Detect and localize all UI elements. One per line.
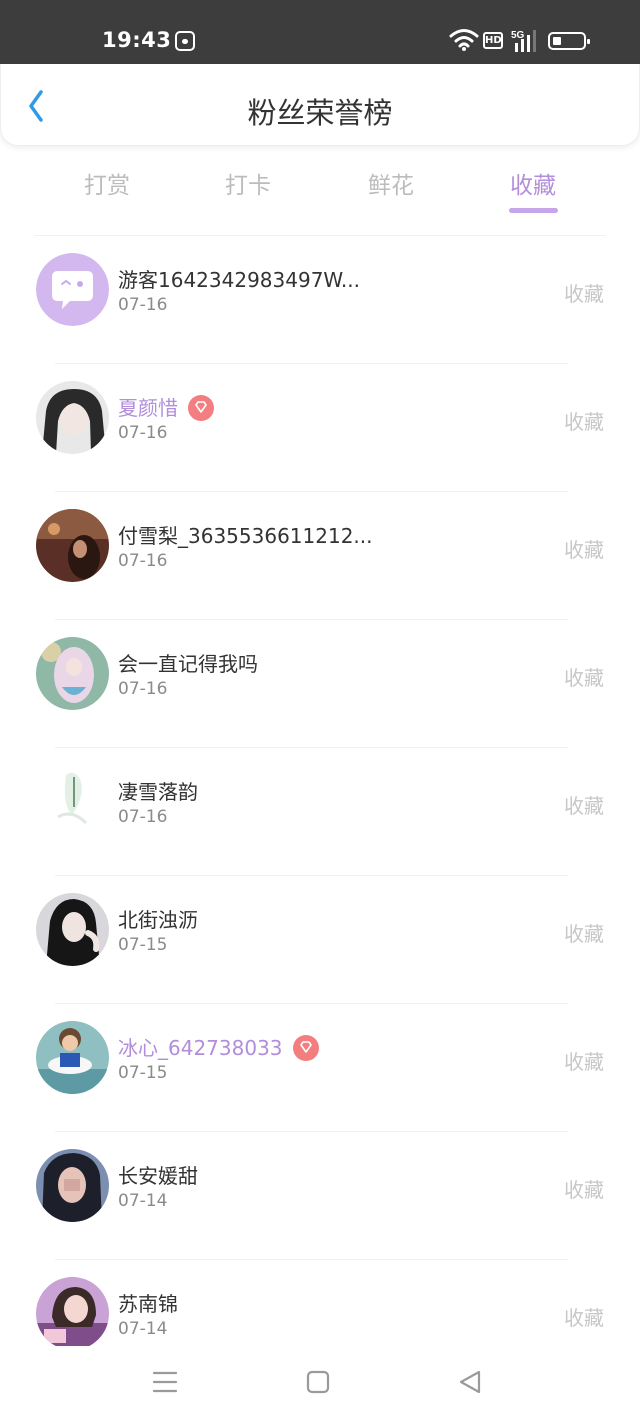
- action-label: 收藏: [564, 538, 604, 562]
- action-label: 收藏: [564, 282, 604, 306]
- fan-name: 北街浊沥: [118, 908, 198, 932]
- list-item[interactable]: 北街浊沥 07-15 收藏: [0, 876, 640, 1004]
- fan-date: 07-15: [118, 1063, 168, 1083]
- status-bar: 19:43 HD 5G: [0, 0, 640, 64]
- fan-name: 付雪梨_3635536611212...: [118, 524, 373, 548]
- tab-reward[interactable]: 打赏: [52, 166, 162, 200]
- fan-name: 长安媛甜: [118, 1164, 198, 1188]
- fan-name: 游客1642342983497W...: [118, 268, 360, 292]
- fan-date: 07-16: [118, 295, 168, 315]
- action-label: 收藏: [564, 794, 604, 818]
- fan-name: 会一直记得我吗: [118, 652, 258, 676]
- fan-name: 夏颜惜: [118, 392, 214, 423]
- baidu-paw-icon: [175, 31, 195, 51]
- avatar: [36, 893, 109, 966]
- action-label: 收藏: [564, 666, 604, 690]
- action-label: 收藏: [564, 1178, 604, 1202]
- fan-name: 冰心_642738033: [118, 1032, 319, 1063]
- avatar: [36, 381, 109, 454]
- tab-checkin[interactable]: 打卡: [193, 166, 303, 200]
- avatar: [36, 1277, 109, 1350]
- action-label: 收藏: [564, 922, 604, 946]
- action-label: 收藏: [564, 1050, 604, 1074]
- list-item[interactable]: 夏颜惜 07-16 收藏: [0, 364, 640, 492]
- avatar: [36, 1149, 109, 1222]
- wifi-icon: [449, 29, 479, 51]
- signal-icon: 5G: [511, 30, 536, 52]
- fan-date: 07-16: [118, 679, 168, 699]
- fan-date: 07-14: [118, 1319, 168, 1339]
- tab-favorites[interactable]: 收藏: [478, 166, 588, 200]
- home-square-icon[interactable]: [298, 1362, 338, 1402]
- hd-badge: HD: [483, 32, 503, 49]
- fan-date: 07-16: [118, 551, 168, 571]
- avatar: [36, 509, 109, 582]
- fan-name-text: 冰心_642738033: [118, 1036, 283, 1060]
- avatar: [36, 765, 109, 838]
- list-item[interactable]: 长安媛甜 07-14 收藏: [0, 1132, 640, 1260]
- avatar: [36, 637, 109, 710]
- page-title: 粉丝荣誉榜: [247, 96, 393, 130]
- back-triangle-icon[interactable]: [450, 1362, 490, 1402]
- header: 粉丝荣誉榜: [0, 64, 640, 146]
- list-item[interactable]: 冰心_642738033 07-15 收藏: [0, 1004, 640, 1132]
- action-label: 收藏: [564, 410, 604, 434]
- fan-date: 07-16: [118, 807, 168, 827]
- battery-icon: [548, 32, 590, 50]
- fan-name: 凄雪落韵: [118, 780, 198, 804]
- action-label: 收藏: [564, 1306, 604, 1330]
- active-tab-indicator: [509, 208, 558, 213]
- fan-name-text: 夏颜惜: [118, 396, 178, 420]
- list-item[interactable]: 付雪梨_3635536611212... 07-16 收藏: [0, 492, 640, 620]
- vip-diamond-icon: [292, 1034, 319, 1061]
- tab-bar: 打赏 打卡 鲜花 收藏: [0, 160, 640, 220]
- system-nav-bar: [0, 1346, 640, 1422]
- menu-icon[interactable]: [145, 1362, 185, 1402]
- avatar: [36, 1021, 109, 1094]
- fan-name: 苏南锦: [118, 1292, 178, 1316]
- status-indicators: HD 5G: [440, 28, 640, 56]
- tab-flowers[interactable]: 鲜花: [336, 166, 446, 200]
- fan-date: 07-14: [118, 1191, 168, 1211]
- list-item[interactable]: 会一直记得我吗 07-16 收藏: [0, 620, 640, 748]
- guest-avatar-icon: [36, 253, 109, 326]
- fan-date: 07-16: [118, 423, 168, 443]
- list-item[interactable]: 凄雪落韵 07-16 收藏: [0, 748, 640, 876]
- fan-date: 07-15: [118, 935, 168, 955]
- list-item[interactable]: 游客1642342983497W... 07-16 收藏: [0, 236, 640, 364]
- status-time: 19:43: [102, 28, 172, 52]
- vip-diamond-icon: [188, 394, 214, 421]
